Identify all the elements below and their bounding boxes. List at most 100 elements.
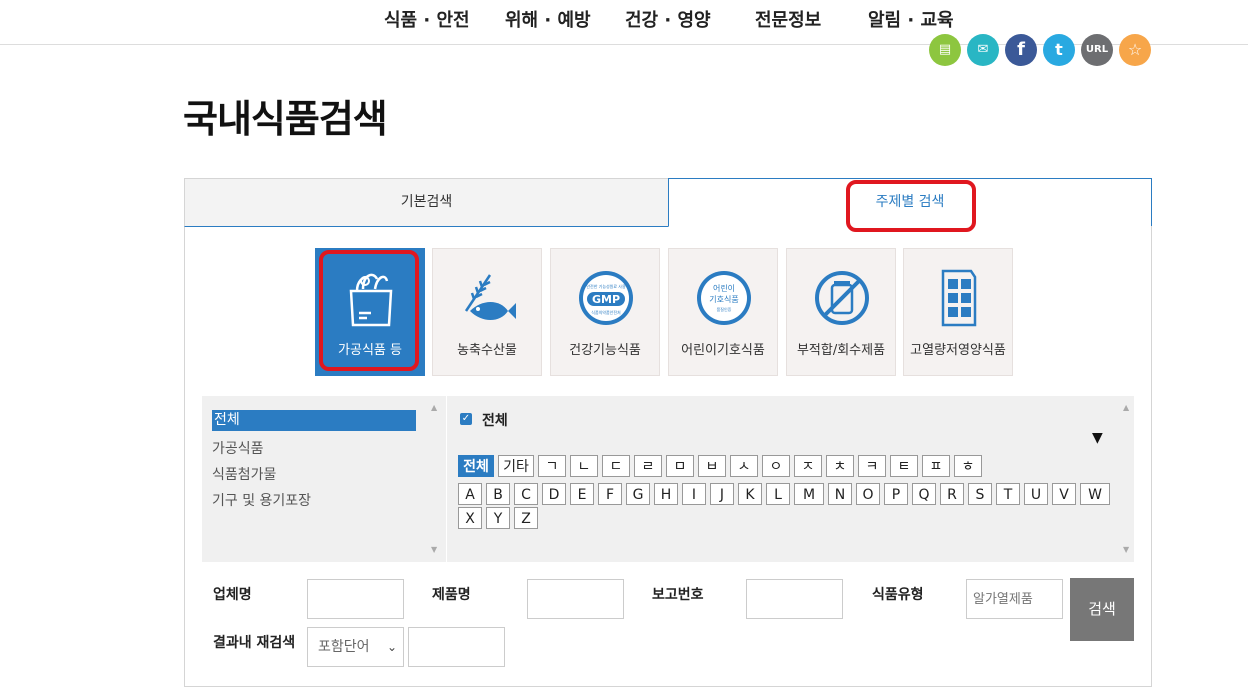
category-label: 고열량저영양식품 [910, 343, 1006, 358]
scroll-up-icon[interactable]: ▲ [1123, 403, 1129, 412]
highlight-box-topic-tab [846, 180, 976, 232]
initial-key[interactable]: ㅇ [762, 455, 790, 477]
product-label: 제품명 [432, 587, 471, 603]
category-agri-livestock-fishery[interactable]: 농축수산물 [432, 248, 542, 376]
page-title: 국내식품검색 [183, 97, 388, 141]
url-icon[interactable]: URL [1081, 34, 1113, 66]
scroll-down-icon[interactable]: ▼ [1123, 545, 1129, 554]
report-number-input[interactable] [746, 579, 843, 619]
initial-key[interactable]: Y [486, 507, 510, 529]
initial-key[interactable]: Z [514, 507, 538, 529]
initial-key[interactable]: 전체 [458, 455, 494, 477]
chocolate-bar-icon [941, 269, 977, 327]
dropdown-triangle-icon[interactable]: ▼ [1092, 430, 1103, 446]
facebook-icon[interactable]: f [1005, 34, 1037, 66]
initial-key[interactable]: T [996, 483, 1020, 505]
refine-mode-select[interactable]: 포함단어 ⌄ [307, 627, 404, 667]
initial-key[interactable]: ㅎ [954, 455, 982, 477]
checkbox-all[interactable]: ✓ [460, 413, 472, 425]
initial-key[interactable]: M [794, 483, 824, 505]
initial-key[interactable]: L [766, 483, 790, 505]
initial-key[interactable]: H [654, 483, 678, 505]
initial-key[interactable]: C [514, 483, 538, 505]
initial-key[interactable]: 기타 [498, 455, 534, 477]
initial-key[interactable]: Q [912, 483, 936, 505]
initial-key[interactable]: G [626, 483, 650, 505]
category-health-functional-food[interactable]: 안전한 기능성원료 사용 GMP 식품의약품안전처 건강기능식품 [550, 248, 660, 376]
initial-key[interactable]: ㅊ [826, 455, 854, 477]
report-number-label: 보고번호 [652, 587, 704, 603]
scroll-down-icon[interactable]: ▼ [431, 545, 437, 554]
nav-hazard-prevention[interactable]: 위해 · 예방 [505, 6, 591, 32]
initial-key[interactable]: ㅈ [794, 455, 822, 477]
initial-key[interactable]: ㅁ [666, 455, 694, 477]
initial-key[interactable]: ㅅ [730, 455, 758, 477]
gmp-bottom-text: 식품의약품안전처 [591, 309, 621, 315]
list-item-processed[interactable]: 가공식품 [212, 438, 264, 458]
initial-key[interactable]: X [458, 507, 482, 529]
initial-key[interactable]: ㅍ [922, 455, 950, 477]
initial-key[interactable]: B [486, 483, 510, 505]
nav-notice-education[interactable]: 알림 · 교육 [868, 6, 954, 32]
nav-health-nutrition[interactable]: 건강 · 영양 [625, 6, 711, 32]
initial-key[interactable]: F [598, 483, 622, 505]
search-tabs: 기본검색 주제별 검색 [184, 178, 1152, 227]
nav-food-safety[interactable]: 식품 · 안전 [384, 6, 470, 32]
category-nonconforming-recall[interactable]: 부적합/회수제품 [786, 248, 896, 376]
initial-key[interactable]: ㅌ [890, 455, 918, 477]
refine-mode-value: 포함단어 [318, 639, 370, 655]
gmp-text: GMP [592, 293, 620, 306]
category-label: 건강기능식품 [569, 343, 641, 358]
kids-top-text: 어린이 [713, 283, 735, 293]
initial-key[interactable]: ㄱ [538, 455, 566, 477]
gmp-small-text: 안전한 기능성원료 사용 [586, 283, 626, 289]
initial-key[interactable]: V [1052, 483, 1076, 505]
initial-key[interactable]: ㄹ [634, 455, 662, 477]
favorite-icon[interactable]: ☆ [1119, 34, 1151, 66]
initial-key[interactable]: I [682, 483, 706, 505]
scroll-up-icon[interactable]: ▲ [431, 403, 437, 412]
prohibited-jar-icon [815, 271, 869, 325]
initial-key[interactable]: R [940, 483, 964, 505]
chevron-down-icon: ⌄ [386, 640, 397, 654]
mail-icon[interactable]: ✉ [967, 34, 999, 66]
search-button[interactable]: 검색 [1070, 578, 1134, 641]
company-input[interactable] [307, 579, 404, 619]
initial-key[interactable]: D [542, 483, 566, 505]
initial-key[interactable]: ㅂ [698, 455, 726, 477]
food-type-input[interactable] [966, 579, 1063, 619]
category-kids-favorite-food[interactable]: 어린이 기호식품 품질인증 어린이기호식품 [668, 248, 778, 376]
food-group-list: 전체 가공식품 식품첨가물 기구 및 용기포장 ▲ ▼ [202, 396, 446, 562]
initial-key[interactable]: S [968, 483, 992, 505]
checkbox-all-label: 전체 [482, 413, 508, 429]
initial-key[interactable]: ㄷ [602, 455, 630, 477]
initial-filter-box: ✓ 전체 ▼ ▲ ▼ 전체 기타 ㄱㄴㄷㄹㅁㅂㅅㅇㅈㅊㅋㅌㅍㅎ A B C D E F G H I J K… [447, 396, 1134, 562]
nav-expert-info[interactable]: 전문정보 [755, 6, 821, 32]
category-label: 부적합/회수제품 [796, 343, 886, 358]
initial-key[interactable]: ㄴ [570, 455, 598, 477]
list-item-additives[interactable]: 식품첨가물 [212, 464, 276, 484]
initial-key[interactable]: E [570, 483, 594, 505]
initial-key[interactable]: N [828, 483, 852, 505]
share-toolbar: ▤ ✉ f t URL ☆ [929, 34, 1154, 68]
initial-key[interactable]: U [1024, 483, 1048, 505]
category-high-calorie-low-nutrition[interactable]: 고열량저영양식품 [903, 248, 1013, 376]
tab-basic-search[interactable]: 기본검색 [184, 178, 669, 227]
initial-key[interactable]: J [710, 483, 734, 505]
refine-search-input[interactable] [408, 627, 505, 667]
initial-key[interactable]: ㅋ [858, 455, 886, 477]
list-item-all[interactable]: 전체 [212, 410, 416, 431]
initial-key[interactable]: A [458, 483, 482, 505]
product-input[interactable] [527, 579, 624, 619]
initial-key[interactable]: O [856, 483, 880, 505]
list-item-containers[interactable]: 기구 및 용기포장 [212, 490, 311, 510]
initial-key[interactable]: P [884, 483, 908, 505]
initial-key[interactable]: K [738, 483, 762, 505]
category-label: 어린이기호식품 [681, 343, 765, 358]
fish-wheat-icon [464, 274, 516, 320]
category-label: 농축수산물 [457, 343, 517, 358]
print-icon[interactable]: ▤ [929, 34, 961, 66]
initial-key[interactable]: W [1080, 483, 1110, 505]
highlight-box-category [319, 250, 419, 371]
twitter-icon[interactable]: t [1043, 34, 1075, 66]
